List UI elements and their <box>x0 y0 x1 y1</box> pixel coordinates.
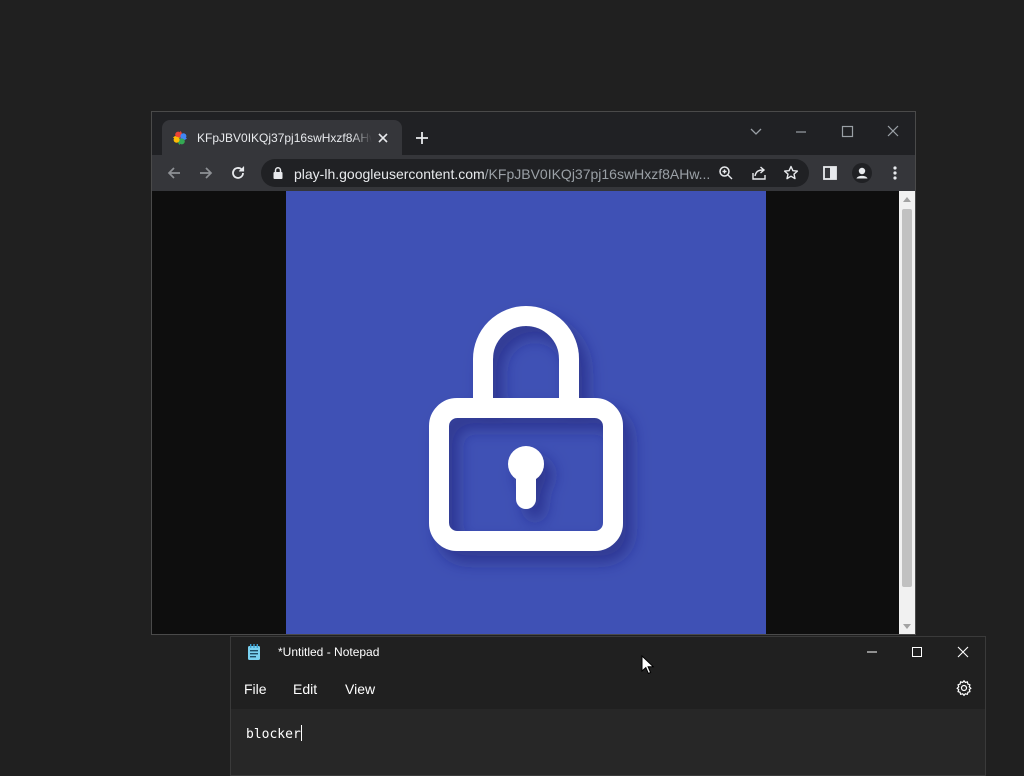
notepad-close-icon[interactable] <box>952 641 974 663</box>
tab-close-icon[interactable] <box>375 130 391 146</box>
notepad-menubar: File Edit View <box>231 673 985 705</box>
mouse-pointer-icon <box>641 655 655 675</box>
reload-icon[interactable] <box>228 163 248 183</box>
notepad-maximize-icon[interactable] <box>906 641 928 663</box>
scroll-down-arrow-icon[interactable] <box>903 624 911 630</box>
address-bar[interactable]: play-lh.googleusercontent.com/KFpJBV0IKQ… <box>261 159 809 187</box>
text-caret <box>300 725 302 741</box>
lock-icon[interactable] <box>271 166 285 180</box>
google-photos-favicon-icon <box>172 130 188 146</box>
tab-strip: KFpJBV0IKQj37pj16swHxzf8AHw <box>152 112 915 155</box>
scrollbar-thumb[interactable] <box>902 209 912 587</box>
notepad-text-area[interactable]: blocker <box>231 709 985 775</box>
tab-search-chevron-down-icon[interactable] <box>743 118 769 144</box>
url-host: play-lh.googleusercontent.com <box>294 166 485 182</box>
menu-edit[interactable]: Edit <box>293 681 317 697</box>
menu-file[interactable]: File <box>244 681 267 697</box>
menu-view[interactable]: View <box>345 681 375 697</box>
page-viewport <box>152 191 899 634</box>
share-icon[interactable] <box>750 164 768 182</box>
settings-gear-icon[interactable] <box>955 679 973 697</box>
url-text[interactable]: play-lh.googleusercontent.com/KFpJBV0IKQ… <box>294 166 724 182</box>
notepad-minimize-icon[interactable] <box>861 641 883 663</box>
forward-arrow-icon[interactable] <box>196 163 216 183</box>
notepad-content: blocker <box>246 725 302 742</box>
maximize-icon[interactable] <box>834 118 860 144</box>
notepad-titlebar[interactable]: *Untitled - Notepad <box>231 637 985 667</box>
close-icon[interactable] <box>880 118 906 144</box>
profile-icon[interactable] <box>852 163 872 183</box>
browser-toolbar: play-lh.googleusercontent.com/KFpJBV0IKQ… <box>152 155 915 191</box>
notepad-window: *Untitled - Notepad File Edit View block… <box>230 636 986 776</box>
vertical-scrollbar[interactable] <box>899 191 915 634</box>
star-icon[interactable] <box>782 164 800 182</box>
minimize-icon[interactable] <box>788 118 814 144</box>
displayed-image <box>286 191 766 634</box>
back-arrow-icon[interactable] <box>164 163 184 183</box>
new-tab-plus-icon[interactable] <box>412 128 432 148</box>
tab-title: KFpJBV0IKQj37pj16swHxzf8AHw <box>197 131 372 145</box>
browser-tab[interactable]: KFpJBV0IKQj37pj16swHxzf8AHw <box>162 120 402 155</box>
kebab-menu-icon[interactable] <box>885 163 905 183</box>
url-path: /KFpJBV0IKQj37pj16swHxzf8AHw... <box>484 166 711 182</box>
scroll-up-arrow-icon[interactable] <box>903 196 911 202</box>
chrome-window: KFpJBV0IKQj37pj16swHxzf8AHw play-lh.goog… <box>151 111 916 635</box>
notepad-title: *Untitled - Notepad <box>278 645 380 659</box>
notepad-content-text: blocker <box>246 727 301 742</box>
side-panel-icon[interactable] <box>820 163 840 183</box>
notepad-app-icon <box>247 644 261 660</box>
zoom-icon[interactable] <box>717 164 735 182</box>
padlock-icon <box>429 306 623 551</box>
